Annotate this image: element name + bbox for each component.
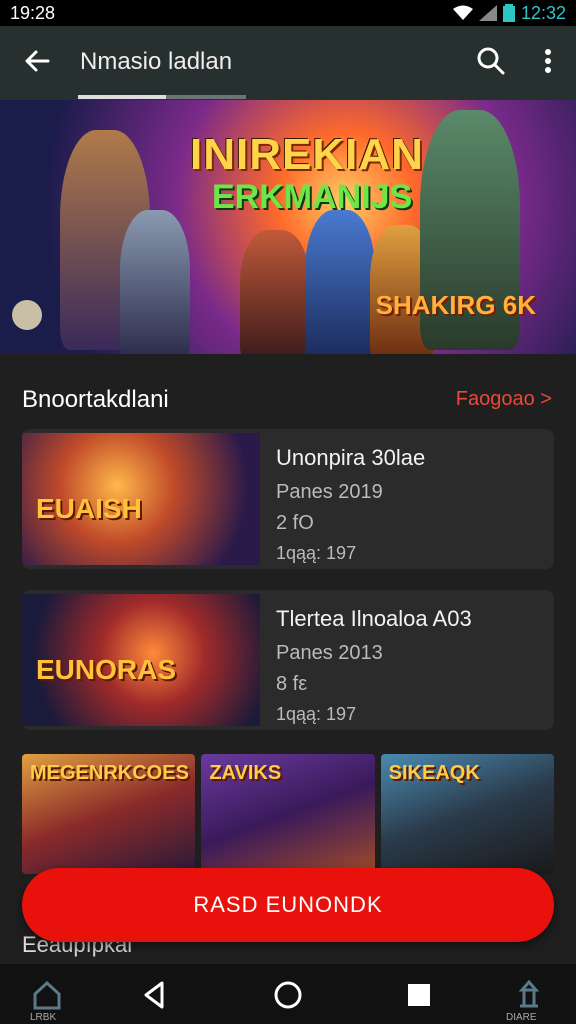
- nav-recents-icon[interactable]: [402, 978, 436, 1012]
- back-arrow-icon[interactable]: [22, 46, 52, 76]
- game-tiles-row: MEGENRKCOES ZAVIKS SIKEAQK: [22, 754, 554, 874]
- game-tile-label: SIKEAQK: [388, 762, 480, 784]
- status-time-left: 19:28: [10, 2, 56, 23]
- hero-overlay-button[interactable]: [12, 300, 42, 330]
- game-tile[interactable]: MEGENRKCOES: [22, 754, 196, 874]
- hero-character: [120, 210, 190, 354]
- section-see-more-link[interactable]: Faogoao >: [456, 388, 552, 411]
- more-vert-icon[interactable]: [538, 46, 558, 76]
- section-title: Bnoortakdlani: [22, 386, 169, 413]
- card-meta-year: Panes 2019: [276, 481, 383, 503]
- status-bar: 19:28 12:32: [0, 0, 576, 26]
- nav-home-circle-icon[interactable]: [271, 978, 305, 1012]
- primary-cta-button[interactable]: RASD EUNONDK: [22, 868, 554, 942]
- game-tile-label: MEGENRKCOES: [30, 762, 189, 784]
- card-thumbnail-label: EUAISH: [36, 493, 142, 524]
- game-tile-label: ZAVIKS: [209, 762, 282, 784]
- nav-back-icon[interactable]: [138, 978, 172, 1012]
- card-thumbnail: EUNORAS: [22, 594, 260, 726]
- card-thumbnail: EUAISH: [22, 433, 260, 565]
- card-meta-count: 1qąą: 197: [276, 543, 357, 563]
- page-title: Nmasio ladlan: [80, 48, 233, 75]
- card-meta-size: 8 fε: [276, 673, 308, 695]
- status-icons: 12:32: [452, 2, 566, 24]
- signal-icon: [478, 5, 497, 21]
- game-tile[interactable]: ZAVIKS: [201, 754, 375, 874]
- game-tile[interactable]: SIKEAQK: [380, 754, 554, 874]
- tab-indicator-inactive: [166, 95, 246, 99]
- card-meta-count: 1qąą: 197: [276, 704, 357, 724]
- status-time-right: 12:32: [520, 2, 566, 23]
- list-item[interactable]: EUAISH Unonpira 30lae Panes 2019 2 fΟ 1q…: [22, 429, 554, 569]
- card-info: Unonpira 30lae Panes 2019 2 fΟ 1qąą: 197: [276, 445, 425, 569]
- nav-left-label: LRBK: [30, 1012, 57, 1023]
- hero-subtitle: ERKMANIJS: [212, 178, 413, 216]
- battery-icon: [502, 4, 515, 22]
- home-icon[interactable]: [30, 978, 64, 1012]
- card-info: Tlertea Ilnoaloa A03 Panes 2013 8 fε 1qą…: [276, 606, 472, 730]
- hero-banner[interactable]: INIREKIAN ERKMANIJS SHAKIRG 6K: [0, 100, 576, 354]
- card-title: Tlertea Ilnoaloa A03: [276, 606, 472, 631]
- hero-character: [240, 230, 310, 354]
- tab-indicator-active: [78, 95, 166, 99]
- hero-character: [305, 210, 375, 354]
- hero-title: INIREKIAN: [190, 130, 424, 179]
- search-icon[interactable]: [476, 46, 506, 76]
- nav-right-label: DIARE: [506, 1012, 537, 1023]
- card-meta-size: 2 fΟ: [276, 512, 314, 534]
- bottom-nav: LRBK DIARE: [0, 964, 576, 1024]
- card-title: Unonpira 30lae: [276, 445, 426, 470]
- profile-icon[interactable]: [512, 978, 546, 1012]
- hero-corner-badge: SHAKIRG 6K: [375, 290, 536, 320]
- card-meta-year: Panes 2013: [276, 642, 383, 664]
- wifi-icon: [452, 5, 473, 20]
- card-thumbnail-label: EUNORAS: [36, 654, 177, 685]
- app-bar: Nmasio ladlan: [0, 26, 576, 100]
- list-item[interactable]: EUNORAS Tlertea Ilnoaloa A03 Panes 2013 …: [22, 590, 554, 730]
